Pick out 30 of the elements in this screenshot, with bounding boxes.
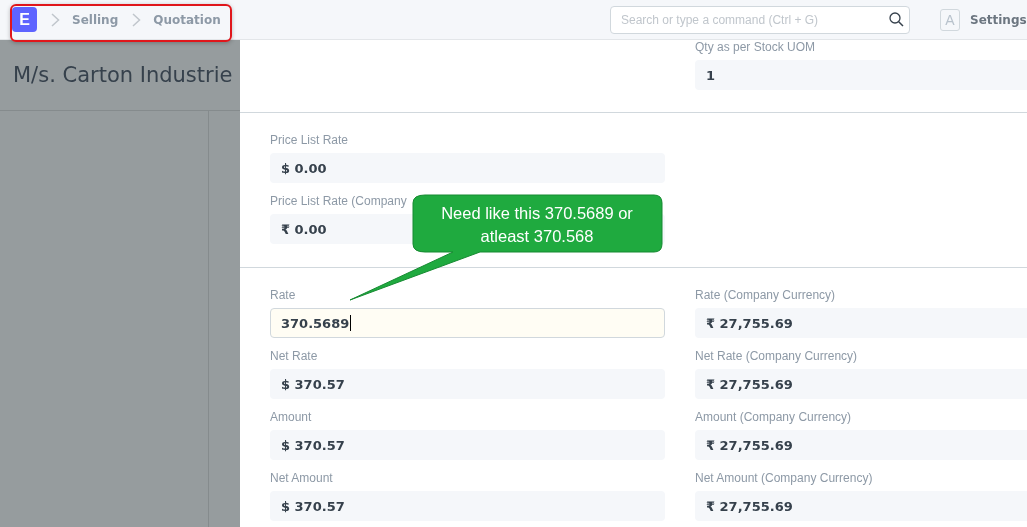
field-label: Amount: [270, 410, 312, 425]
input-field[interactable]: 370.5689: [270, 308, 665, 338]
search-field[interactable]: Search or type a command (Ctrl + G): [610, 5, 910, 34]
chevron-icon: [51, 12, 60, 27]
field-value: $ 370.57: [270, 369, 665, 399]
field-value: ₹ 27,755.69: [695, 369, 1027, 399]
field-label: Net Amount: [270, 471, 333, 486]
field-label: Net Rate: [270, 349, 318, 364]
field-value: ₹ 27,755.69: [695, 491, 1027, 521]
field-value: ₹ 27,755.69: [695, 430, 1027, 460]
breadcrumb-link[interactable]: Selling: [72, 12, 119, 27]
search-icon: [889, 11, 904, 27]
field-label: Net Rate (Company Currency): [695, 349, 858, 364]
field-label: Amount (Company Currency): [695, 410, 852, 425]
field-value: $ 370.57: [270, 430, 665, 460]
field-value: 1: [695, 60, 1027, 90]
settings-menu[interactable]: Settings: [970, 12, 1027, 27]
field-value: $ 0.00: [270, 153, 665, 183]
field-label: Rate (Company Currency): [695, 288, 836, 303]
app-logo[interactable]: E: [12, 7, 37, 32]
field-value: $ 370.57: [270, 491, 665, 521]
chevron-icon: [132, 12, 142, 27]
field-label: Net Amount (Company Currency): [695, 471, 873, 486]
page-title: M/s. Carton Industrie: [13, 63, 233, 87]
field-label: Qty as per Stock UOM: [695, 40, 816, 55]
field-label: Price List Rate: [270, 133, 349, 148]
field-value: ₹ 27,755.69: [695, 308, 1027, 338]
field-label: Price List Rate (Company: [270, 194, 407, 209]
field-label: Rate: [270, 288, 296, 303]
breadcrumb-link[interactable]: Quotation: [153, 12, 221, 27]
